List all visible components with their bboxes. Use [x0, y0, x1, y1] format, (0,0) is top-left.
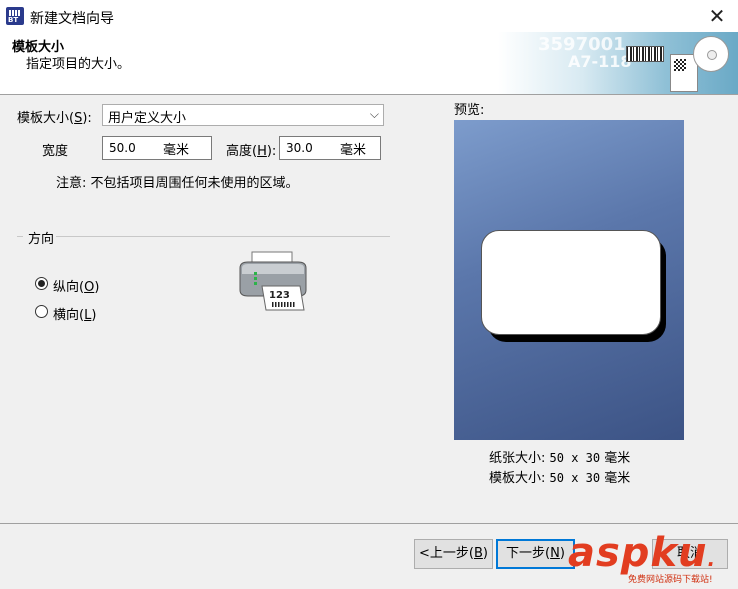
footer-separator: [0, 523, 738, 524]
app-icon: BT: [6, 7, 24, 25]
landscape-label[interactable]: 横向(L): [53, 304, 96, 323]
next-button[interactable]: 下一步(N): [496, 539, 575, 569]
width-field[interactable]: 50.0 毫米: [102, 136, 212, 160]
window-title: 新建文档向导: [30, 11, 114, 27]
printer-label-text: 123: [269, 290, 290, 301]
width-value: 50.0: [109, 141, 136, 155]
width-label: 宽度: [42, 144, 69, 159]
paper-size-info: 纸张大小: 50 x 30 毫米: [489, 451, 631, 466]
header-banner-image: 3597001 A7-118: [498, 32, 738, 94]
template-size-dropdown[interactable]: 用户定义大小 ⌵: [102, 104, 384, 126]
label-preview-shape: [481, 230, 661, 335]
header-subtitle: 指定项目的大小。: [26, 57, 131, 72]
back-button[interactable]: <上一步(B): [414, 539, 493, 569]
qr-code-icon: [674, 59, 686, 71]
width-unit: 毫米: [163, 143, 190, 158]
template-size-info: 模板大小: 50 x 30 毫米: [489, 471, 631, 486]
height-unit: 毫米: [340, 143, 367, 158]
template-size-label: 模板大小(S):: [17, 111, 92, 126]
height-value: 30.0: [286, 141, 313, 155]
barcode-icon: [626, 46, 664, 62]
wizard-header: 模板大小 指定项目的大小。 3597001 A7-118: [0, 32, 738, 95]
height-label: 高度(H):: [226, 144, 277, 159]
banner-code: A7-118: [568, 52, 632, 71]
watermark-logo: aspku.: [568, 530, 717, 576]
landscape-radio[interactable]: [35, 305, 48, 318]
height-field[interactable]: 30.0 毫米: [279, 136, 381, 160]
printer-icon: 123: [239, 251, 307, 311]
orientation-group-label: 方向: [28, 232, 55, 247]
chevron-down-icon: ⌵: [369, 107, 379, 121]
note-text: 注意: 不包括项目周围任何未使用的区域。: [56, 176, 299, 191]
portrait-radio[interactable]: [35, 277, 48, 290]
portrait-label[interactable]: 纵向(O): [53, 276, 99, 295]
group-divider-line: [56, 236, 390, 237]
title-bar: BT 新建文档向导 ✕: [0, 0, 738, 32]
close-icon[interactable]: ✕: [700, 2, 734, 30]
template-size-value: 用户定义大小: [108, 111, 187, 126]
disc-icon: [693, 36, 729, 72]
watermark-subtitle: 免费网站源码下载站!: [628, 575, 713, 585]
preview-label: 预览:: [454, 103, 485, 118]
group-divider: [17, 236, 23, 237]
